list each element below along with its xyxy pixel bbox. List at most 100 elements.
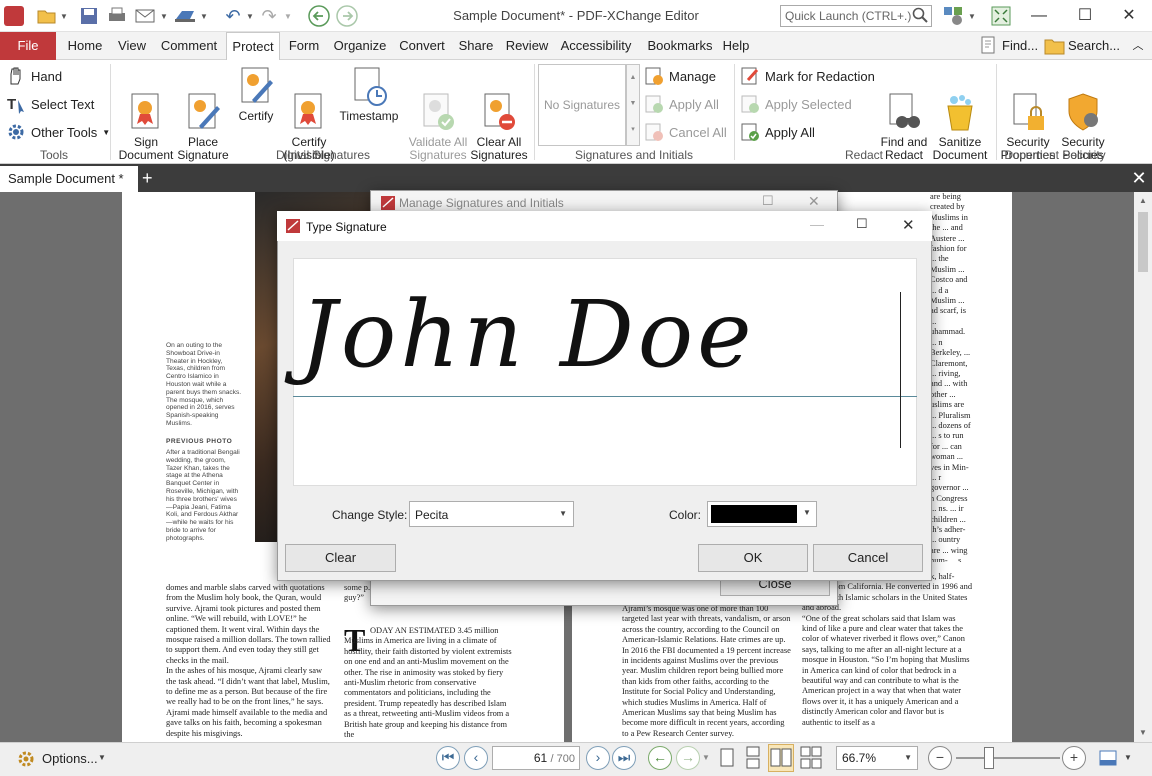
search-icon[interactable] bbox=[912, 7, 928, 23]
find-and-redact-button[interactable]: Find and Redact bbox=[876, 66, 932, 162]
place-signature-button[interactable]: Place Signature bbox=[174, 66, 232, 162]
first-page-button[interactable]: ⏮ bbox=[436, 746, 460, 770]
cancel-button[interactable]: Cancel bbox=[813, 544, 923, 572]
panel-toggle-icon[interactable] bbox=[1098, 748, 1118, 768]
certify-invisible-button[interactable]: Certify (Invisible) bbox=[280, 66, 338, 162]
scroll-up-icon[interactable]: ▲ bbox=[1137, 196, 1149, 206]
continuous-view-icon[interactable] bbox=[742, 746, 764, 770]
tab-bookmarks[interactable]: Bookmarks bbox=[642, 32, 718, 60]
clear-all-signatures-button[interactable]: Clear All Signatures bbox=[468, 66, 530, 162]
tab-help[interactable]: Help bbox=[720, 32, 752, 60]
manage-maximize-icon[interactable]: ☐ bbox=[762, 193, 774, 209]
customize-toolbar-icon[interactable] bbox=[940, 4, 966, 28]
chevron-down-icon[interactable]: ▼ bbox=[98, 753, 106, 762]
chevron-down-icon[interactable]: ▼ bbox=[803, 508, 811, 517]
find-icon bbox=[980, 36, 1000, 56]
search-button[interactable]: Search... bbox=[1068, 32, 1120, 60]
apply-all-initials-button[interactable]: Apply All bbox=[644, 92, 719, 116]
minimize-button[interactable]: — bbox=[1024, 4, 1054, 28]
certify-button[interactable]: Certify bbox=[232, 66, 280, 146]
scroll-down-icon[interactable]: ▼ bbox=[1137, 728, 1149, 738]
sign-document-icon bbox=[128, 92, 164, 132]
security-policies-button[interactable]: Security Policies bbox=[1056, 66, 1110, 162]
sanitize-document-button[interactable]: Sanitize Document bbox=[930, 66, 990, 162]
tab-share[interactable]: Share bbox=[454, 32, 498, 60]
page-number-input[interactable]: 61 / 700 bbox=[492, 746, 580, 770]
cancel-all-icon bbox=[644, 122, 664, 142]
scroll-thumb[interactable] bbox=[1138, 212, 1148, 272]
hand-tool[interactable]: Hand bbox=[6, 64, 62, 88]
new-tab-icon[interactable]: + bbox=[142, 167, 158, 189]
sanitize-bucket-icon bbox=[942, 92, 978, 132]
next-page-button[interactable]: › bbox=[586, 746, 610, 770]
close-tab-icon[interactable]: ✕ bbox=[1128, 167, 1150, 189]
close-button[interactable]: ✕ bbox=[1114, 4, 1144, 28]
change-style-label: Change Style: bbox=[332, 508, 408, 522]
manage-signatures-button[interactable]: Manage bbox=[644, 64, 716, 88]
previous-page-button[interactable]: ‹ bbox=[464, 746, 488, 770]
chevron-down-icon[interactable]: ▼ bbox=[702, 753, 710, 762]
signatures-gallery[interactable]: No Signatures bbox=[538, 64, 626, 146]
article-column: ODAY AN ESTIMATED 3.45 million Muslims i… bbox=[344, 626, 512, 740]
find-button[interactable]: Find... bbox=[1002, 32, 1042, 60]
select-text-tool[interactable]: T Select Text bbox=[6, 92, 94, 116]
options-gear-icon bbox=[16, 749, 36, 769]
style-dropdown[interactable]: Pecita ▼ bbox=[409, 501, 574, 527]
mark-redaction-icon bbox=[740, 66, 760, 86]
zoom-select[interactable]: 66.7% ▼ bbox=[836, 746, 918, 770]
vertical-scrollbar[interactable] bbox=[1134, 192, 1152, 742]
tab-convert[interactable]: Convert bbox=[396, 32, 448, 60]
last-page-button[interactable]: ⏭ bbox=[612, 746, 636, 770]
type-close-icon[interactable]: ✕ bbox=[902, 216, 915, 234]
tab-comment[interactable]: Comment bbox=[156, 32, 222, 60]
collapse-ribbon-icon[interactable]: ︿ bbox=[1130, 32, 1146, 60]
ribbon-separator bbox=[996, 64, 997, 160]
tab-protect[interactable]: Protect bbox=[226, 32, 280, 61]
chevron-down-icon[interactable]: ▼ bbox=[1124, 753, 1132, 762]
back-view-button[interactable]: ← bbox=[648, 746, 672, 770]
type-minimize-icon[interactable]: — bbox=[810, 216, 824, 232]
group-label-signatures-initials: Signatures and Initials bbox=[574, 148, 694, 162]
ok-button[interactable]: OK bbox=[698, 544, 808, 572]
tab-home[interactable]: Home bbox=[62, 32, 108, 60]
timestamp-button[interactable]: Timestamp bbox=[338, 66, 400, 146]
place-signature-icon bbox=[185, 92, 221, 132]
cancel-all-initials-button[interactable]: Cancel All bbox=[644, 120, 727, 144]
zoom-in-button[interactable]: + bbox=[1062, 746, 1086, 770]
file-menu[interactable]: File bbox=[0, 32, 56, 60]
tab-review[interactable]: Review bbox=[504, 32, 550, 60]
customize-dropdown-icon[interactable]: ▼ bbox=[966, 4, 978, 28]
apply-all-redactions-button[interactable]: Apply All bbox=[740, 120, 815, 144]
tab-form[interactable]: Form bbox=[284, 32, 324, 60]
forward-view-button[interactable]: → bbox=[676, 746, 700, 770]
sign-document-button[interactable]: Sign Document bbox=[116, 66, 176, 162]
zoom-slider-thumb[interactable] bbox=[984, 747, 994, 769]
type-maximize-icon[interactable]: ☐ bbox=[856, 216, 868, 232]
tab-view[interactable]: View bbox=[112, 32, 152, 60]
options-button[interactable]: Options... bbox=[42, 751, 98, 766]
manage-close-icon[interactable]: ✕ bbox=[808, 193, 820, 210]
tab-organize[interactable]: Organize bbox=[330, 32, 390, 60]
zoom-out-button[interactable]: − bbox=[928, 746, 952, 770]
facing-continuous-view-icon[interactable] bbox=[798, 746, 824, 770]
zoom-slider-track[interactable] bbox=[956, 757, 1060, 759]
tab-accessibility[interactable]: Accessibility bbox=[556, 32, 636, 60]
mark-for-redaction-button[interactable]: Mark for Redaction bbox=[740, 64, 875, 88]
security-properties-button[interactable]: Security Properties bbox=[1000, 66, 1056, 162]
facing-view-icon[interactable] bbox=[768, 744, 794, 772]
quick-launch-input[interactable]: Quick Launch (CTRL+.) bbox=[780, 5, 932, 27]
apply-selected-button[interactable]: Apply Selected bbox=[740, 92, 852, 116]
clear-button[interactable]: Clear bbox=[285, 544, 396, 572]
validate-all-signatures-button[interactable]: Validate All Signatures bbox=[406, 66, 470, 162]
single-page-view-icon[interactable] bbox=[716, 746, 738, 770]
chevron-down-icon: ▼ bbox=[559, 509, 567, 518]
fullscreen-icon[interactable] bbox=[988, 4, 1014, 28]
document-tab[interactable]: Sample Document * bbox=[0, 166, 138, 192]
other-tools-button[interactable]: Other Tools ▼ bbox=[6, 120, 110, 144]
gallery-scroll[interactable]: ▲ ▼ ▾ bbox=[626, 64, 640, 146]
maximize-button[interactable]: ☐ bbox=[1070, 4, 1100, 28]
type-dialog-title: Type Signature bbox=[306, 220, 387, 234]
ribbon-separator bbox=[734, 64, 735, 160]
chevron-down-icon: ▼ bbox=[102, 127, 111, 137]
group-label-tools: Tools bbox=[39, 148, 68, 162]
